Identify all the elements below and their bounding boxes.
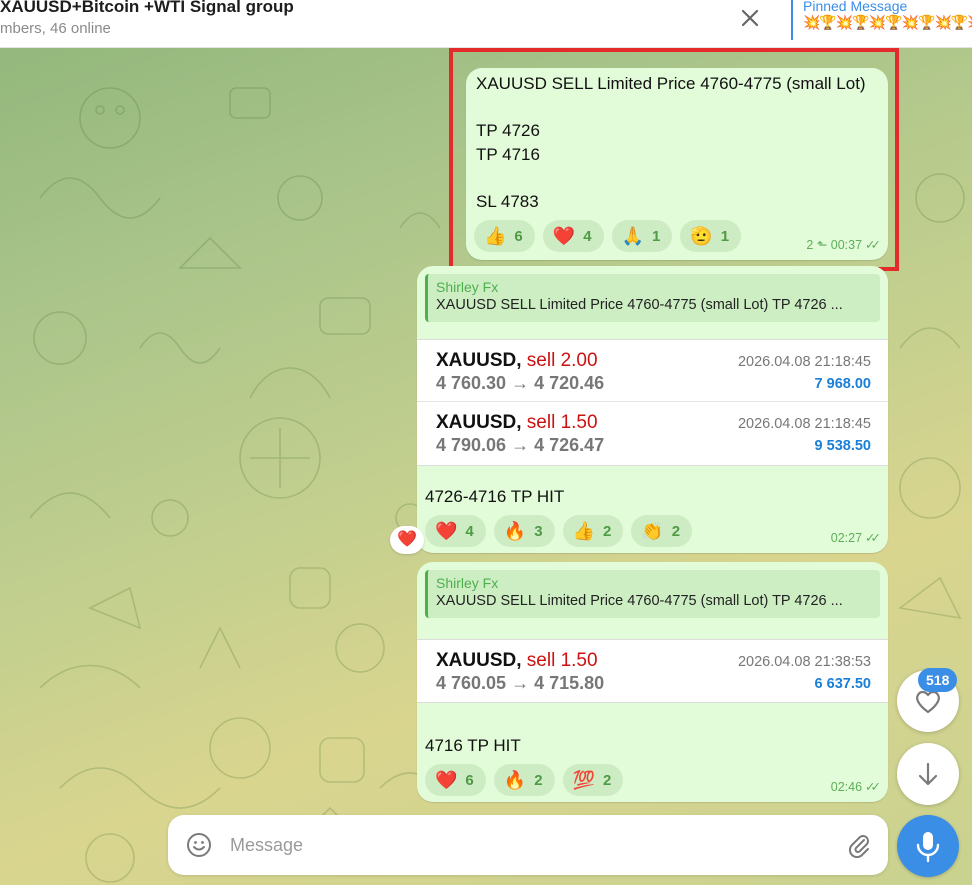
trade-screenshot[interactable]: XAUUSD, sell 1.50 4 760.05 → 4 715.80 20…	[417, 639, 888, 703]
microphone-button[interactable]	[897, 815, 959, 877]
pinned-message-text: 💥🏆💥🏆💥🏆💥🏆💥🏆💥🏆	[803, 14, 972, 30]
fire-icon: 🔥	[503, 770, 527, 790]
reaction-count: 6	[465, 771, 474, 789]
heart-icon: ❤️	[435, 770, 458, 790]
pinned-message[interactable]: Pinned Message 💥🏆💥🏆💥🏆💥🏆💥🏆💥🏆	[791, 0, 972, 40]
reaction-count: 2	[534, 771, 543, 789]
arrow-down-icon	[918, 762, 938, 786]
trade-side: sell 2.00	[526, 350, 598, 371]
thumbs-up-icon: 👍	[572, 521, 595, 541]
clap-icon: 👏	[641, 521, 664, 541]
reaction-fire[interactable]: 🔥 3	[493, 515, 555, 547]
trade-date: 2026.04.08 21:38:53	[737, 654, 871, 670]
reaction-count: 2	[671, 522, 681, 540]
unread-reactions-count: 518	[918, 668, 958, 692]
reactions-bar: ❤️ 6 🔥 2 💯 2	[425, 764, 624, 796]
quote-text: XAUUSD SELL Limited Price 4760-4775 (sma…	[436, 593, 843, 609]
trade-row: XAUUSD, sell 2.00 4 760.30 → 4 720.46 20…	[417, 340, 888, 402]
reaction-thumbs-up[interactable]: 👍 2	[562, 515, 624, 547]
chat-member-status: mbers, 46 online	[0, 20, 111, 37]
message-text: 4726-4716 TP HIT	[425, 487, 565, 506]
pinned-message-label: Pinned Message	[803, 0, 908, 14]
message-meta: 02:27 ✓✓	[830, 530, 881, 545]
reaction-hundred[interactable]: 💯 2	[562, 764, 624, 796]
reactions-bar: ❤️ 4 🔥 3 👍 2 👏 2	[425, 515, 693, 547]
message-time: 02:46	[830, 780, 863, 794]
reaction-fire[interactable]: 🔥 2	[493, 764, 555, 796]
message-composer	[168, 815, 888, 875]
reaction-count: 2	[602, 771, 612, 789]
fire-icon: 🔥	[503, 521, 527, 541]
reaction-heart[interactable]: ❤️ 4	[425, 515, 486, 547]
smiley-icon[interactable]	[186, 832, 212, 858]
reply-quote[interactable]: Shirley Fx XAUUSD SELL Limited Price 476…	[425, 570, 880, 618]
trade-side: sell 1.50	[526, 650, 598, 671]
trade-profit: 9 538.50	[814, 438, 871, 454]
reaction-count: 3	[534, 522, 543, 540]
quote-text: XAUUSD SELL Limited Price 4760-4775 (sma…	[436, 297, 843, 313]
trade-prices: 4 790.06 → 4 726.47	[436, 435, 605, 455]
close-icon[interactable]	[736, 4, 764, 32]
message-bubble-tp-hit[interactable]: Shirley Fx XAUUSD SELL Limited Price 476…	[417, 266, 888, 553]
reaction-clap[interactable]: 👏 2	[631, 515, 693, 547]
message-text: 4716 TP HIT	[425, 736, 521, 755]
heart-icon[interactable]: ❤️	[390, 526, 424, 554]
message-meta: 02:46 ✓✓	[830, 779, 881, 794]
trade-symbol: XAUUSD, sell 2.00	[436, 350, 598, 371]
quote-author: Shirley Fx	[436, 575, 499, 591]
chat-header: XAUUSD+Bitcoin +WTI Signal group mbers, …	[0, 0, 972, 48]
read-checks-icon: ✓✓	[865, 780, 881, 794]
reaction-count: 2	[602, 522, 612, 540]
trade-date: 2026.04.08 21:18:45	[737, 354, 871, 370]
trade-row: XAUUSD, sell 1.50 4 760.05 → 4 715.80 20…	[417, 640, 888, 702]
trade-side: sell 1.50	[526, 412, 598, 433]
heart-icon: ❤️	[435, 521, 458, 541]
message-input[interactable]	[230, 829, 810, 861]
paperclip-icon[interactable]	[846, 832, 872, 858]
trade-symbol: XAUUSD, sell 1.50	[436, 412, 598, 433]
message-time: 02:27	[830, 531, 863, 545]
trade-screenshot[interactable]: XAUUSD, sell 2.00 4 760.30 → 4 720.46 20…	[417, 339, 888, 466]
chat-title[interactable]: XAUUSD+Bitcoin +WTI Signal group	[0, 0, 294, 17]
trade-prices: 4 760.05 → 4 715.80	[436, 673, 605, 693]
message-bubble-tp-hit[interactable]: Shirley Fx XAUUSD SELL Limited Price 476…	[417, 562, 888, 802]
trade-row: XAUUSD, sell 1.50 4 790.06 → 4 726.47 20…	[417, 402, 888, 464]
microphone-icon	[916, 832, 940, 863]
trade-symbol: XAUUSD, sell 1.50	[436, 650, 598, 671]
trade-prices: 4 760.30 → 4 720.46	[436, 373, 605, 393]
highlight-box	[449, 48, 899, 271]
hundred-icon: 💯	[572, 770, 595, 790]
trade-profit: 7 968.00	[814, 376, 871, 392]
reaction-heart[interactable]: ❤️ 6	[425, 764, 486, 796]
quote-author: Shirley Fx	[436, 279, 499, 295]
reaction-count: 4	[465, 522, 474, 540]
trade-date: 2026.04.08 21:18:45	[737, 416, 871, 432]
trade-profit: 6 637.50	[814, 676, 871, 692]
reply-quote[interactable]: Shirley Fx XAUUSD SELL Limited Price 476…	[425, 274, 880, 322]
read-checks-icon: ✓✓	[865, 531, 881, 545]
scroll-down-button[interactable]	[897, 743, 959, 805]
